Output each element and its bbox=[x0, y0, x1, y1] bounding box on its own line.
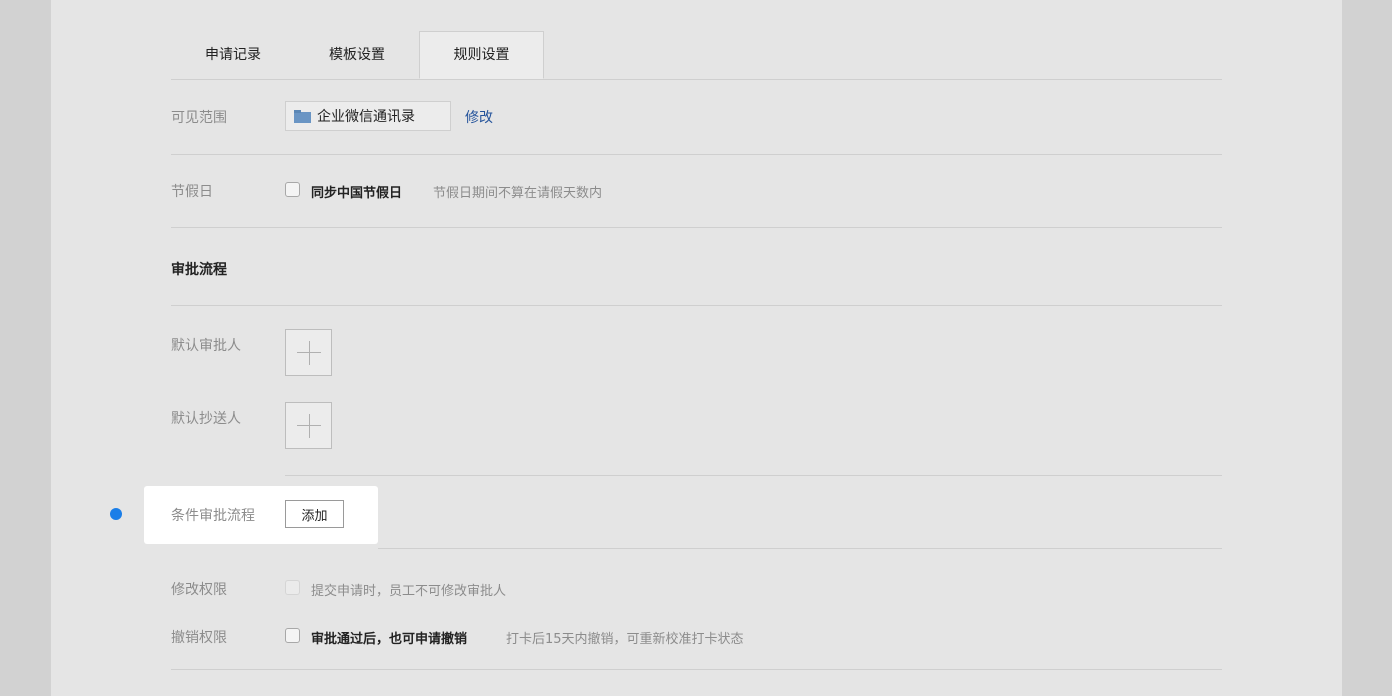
visible-scope-text: 企业微信通讯录 bbox=[317, 109, 415, 125]
divider bbox=[378, 548, 1222, 549]
default-approver-label: 默认审批人 bbox=[171, 338, 241, 354]
settings-panel bbox=[51, 0, 1342, 696]
add-conditional-flow-button[interactable]: 添加 bbox=[285, 500, 344, 528]
allow-revoke-checkbox[interactable] bbox=[285, 628, 300, 643]
visible-scope-value: 企业微信通讯录 bbox=[285, 101, 451, 131]
approval-flow-title: 审批流程 bbox=[171, 262, 227, 278]
revoke-hint: 打卡后15天内撤销，可重新校准打卡状态 bbox=[506, 632, 744, 647]
sync-holiday-checkbox[interactable] bbox=[285, 182, 300, 197]
holiday-hint: 节假日期间不算在请假天数内 bbox=[433, 186, 603, 201]
add-default-cc-button[interactable] bbox=[285, 402, 332, 449]
visible-scope-label: 可见范围 bbox=[171, 110, 227, 126]
divider bbox=[285, 475, 1222, 476]
default-cc-label: 默认抄送人 bbox=[171, 411, 241, 427]
conditional-flow-label: 条件审批流程 bbox=[171, 508, 255, 524]
divider bbox=[171, 154, 1222, 155]
edit-scope-link[interactable]: 修改 bbox=[465, 107, 493, 127]
highlight-marker-dot bbox=[110, 508, 122, 520]
add-default-approver-button[interactable] bbox=[285, 329, 332, 376]
tab-bar: 申请记录 模板设置 规则设置 bbox=[171, 31, 1222, 80]
tab-template-settings[interactable]: 模板设置 bbox=[295, 32, 419, 79]
tab-rule-settings[interactable]: 规则设置 bbox=[419, 31, 544, 79]
holiday-label: 节假日 bbox=[171, 184, 213, 200]
allow-revoke-label: 审批通过后，也可申请撤销 bbox=[311, 632, 468, 647]
revoke-permission-label: 撤销权限 bbox=[171, 630, 227, 646]
modify-permission-label: 修改权限 bbox=[171, 582, 227, 598]
sync-holiday-label: 同步中国节假日 bbox=[311, 186, 403, 201]
divider bbox=[171, 305, 1222, 306]
divider bbox=[171, 669, 1222, 670]
tab-application-records[interactable]: 申请记录 bbox=[171, 32, 295, 79]
no-modify-approver-label: 提交申请时，员工不可修改审批人 bbox=[311, 584, 507, 599]
no-modify-approver-checkbox[interactable] bbox=[285, 580, 300, 595]
folder-icon bbox=[294, 109, 311, 123]
divider bbox=[171, 227, 1222, 228]
